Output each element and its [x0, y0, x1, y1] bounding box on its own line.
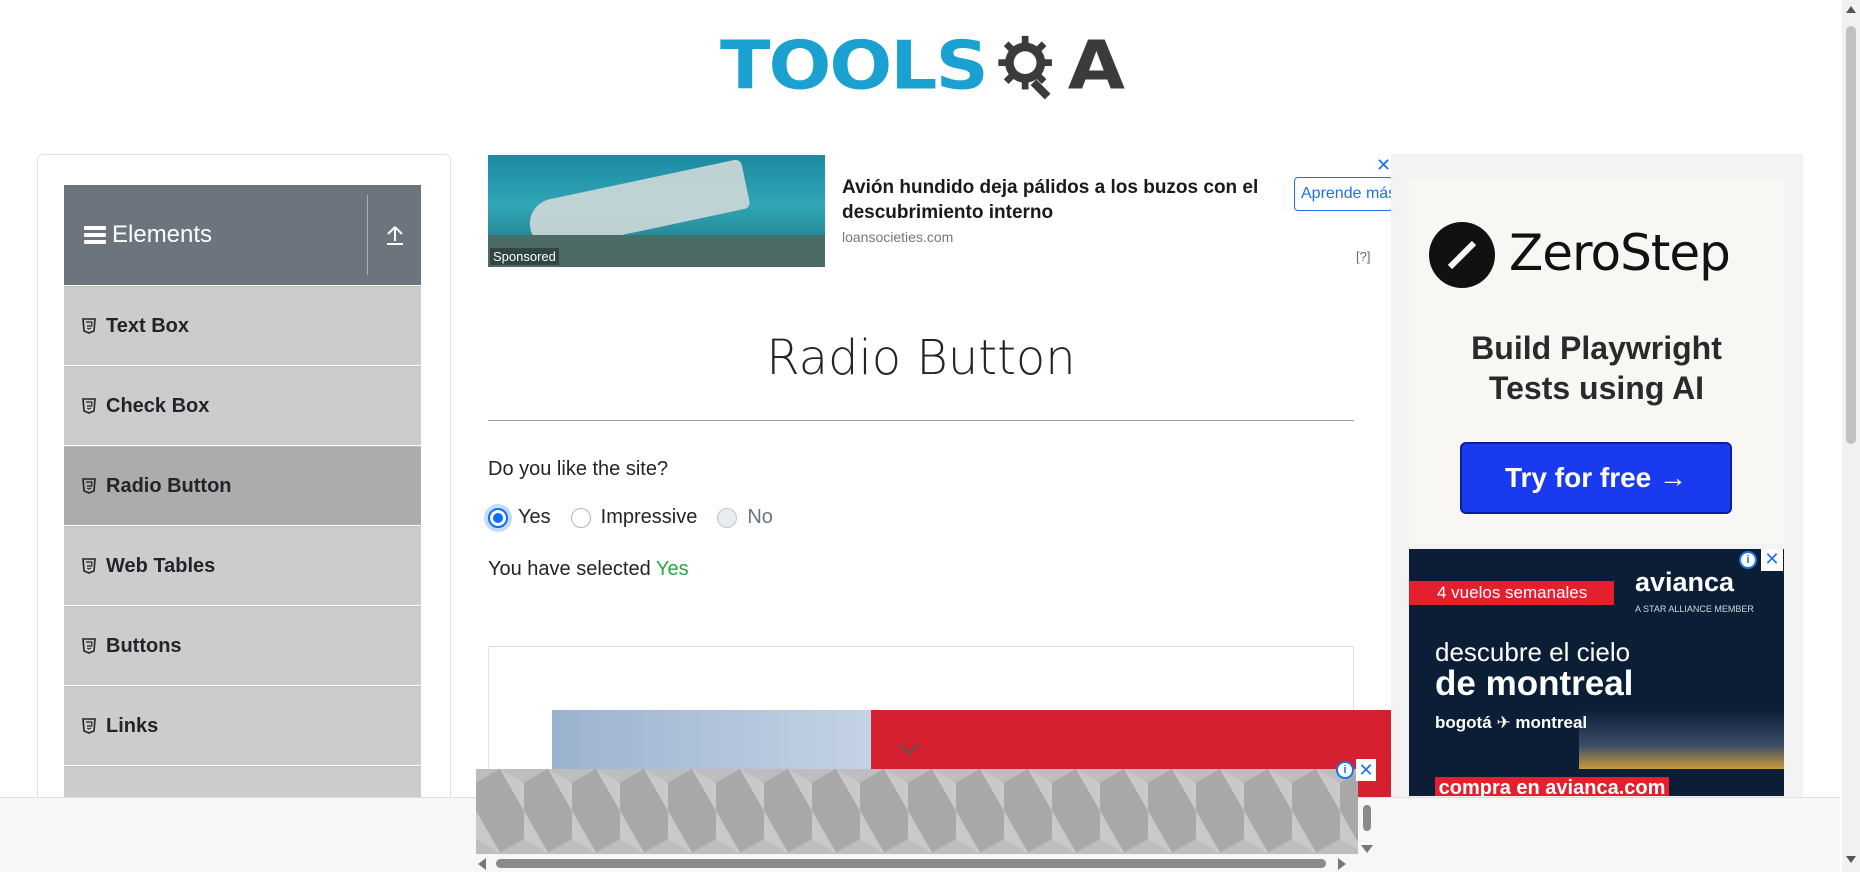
avianca-cta[interactable]: compra en avianca.com [1435, 777, 1669, 796]
ad-info-icon[interactable]: i [1336, 761, 1354, 779]
sidebar-item-label: Radio Button [106, 474, 232, 497]
scrollbar-thumb[interactable] [1846, 26, 1856, 444]
html5-icon [82, 558, 96, 574]
chevron-down-icon[interactable] [899, 735, 919, 755]
sponsored-label: Sponsored [490, 248, 559, 265]
ad-info-icon[interactable]: i [1739, 551, 1757, 569]
radio-yes-label[interactable]: Yes [518, 506, 551, 529]
hamburger-icon [84, 223, 106, 247]
radio-impressive[interactable]: Impressive [570, 506, 698, 529]
scroll-right-icon[interactable] [1338, 858, 1346, 870]
radio-question: Do you like the site? [488, 458, 669, 480]
sidebar-item-label: Buttons [106, 634, 182, 657]
zerostep-logo-icon [1429, 222, 1495, 288]
ad-headline[interactable]: Avión hundido deja pálidos a los buzos c… [842, 175, 1272, 225]
radio-no-input [717, 507, 738, 528]
selection-result: You have selected Yes [488, 558, 689, 581]
sidebar-item-label: Web Tables [106, 554, 216, 577]
page-title: Radio Button [766, 330, 1076, 386]
close-icon[interactable]: ✕ [1356, 759, 1376, 781]
ad-cta-button[interactable]: Aprende más [1294, 177, 1393, 211]
html5-icon [82, 318, 96, 334]
close-icon[interactable]: ✕ [1376, 155, 1391, 176]
avianca-brand: avianca [1635, 567, 1735, 597]
group-title: Elements [112, 221, 213, 248]
gear-magnifier-icon [998, 35, 1052, 100]
scrollbar-thumb[interactable] [496, 859, 1326, 868]
anchor-ad-horizontal-scrollbar[interactable] [476, 856, 1360, 870]
scroll-down-icon[interactable] [1846, 856, 1856, 863]
sidebar-item-buttons[interactable]: Buttons [64, 606, 421, 686]
ad-image-sunken-plane[interactable]: Sponsored [488, 155, 825, 267]
result-prefix: You have selected [488, 558, 651, 580]
logo-text-a: A [1067, 27, 1125, 105]
avianca-route: bogotá ✈ montreal [1435, 713, 1588, 732]
zerostep-brand: ZeroStep [1509, 224, 1731, 282]
upload-arrow-icon[interactable] [384, 223, 406, 247]
html5-icon [82, 398, 96, 414]
radio-no: No [717, 506, 773, 529]
top-sponsored-ad[interactable]: Sponsored Avión hundido deja pálidos a l… [488, 155, 1393, 270]
sidebar-item-links[interactable]: Links [64, 686, 421, 766]
avianca-badge: 4 vuelos semanales [1409, 581, 1614, 605]
scrollbar-thumb[interactable] [1363, 805, 1371, 831]
scroll-left-icon[interactable] [478, 858, 486, 870]
sidebar-item-label: Check Box [106, 394, 210, 417]
radio-impressive-label[interactable]: Impressive [601, 506, 698, 529]
ad-domain: loansocieties.com [842, 229, 954, 245]
scroll-up-icon[interactable] [1846, 6, 1856, 13]
sidebar-item-text-box[interactable]: Text Box [64, 286, 421, 366]
sidebar-item-check-box[interactable]: Check Box [64, 366, 421, 446]
radio-yes-input[interactable] [488, 507, 508, 528]
anchor-ad-vertical-scrollbar[interactable] [1360, 789, 1374, 853]
scroll-down-icon[interactable] [1361, 845, 1373, 853]
city-skyline-image [1579, 709, 1784, 769]
ad-info-link[interactable]: [?] [1356, 249, 1370, 264]
html5-icon [82, 718, 96, 734]
zerostep-tagline: Build Playwright Tests using AI [1409, 328, 1784, 408]
page-scrollbar[interactable] [1842, 0, 1860, 872]
avianca-ad[interactable]: 4 vuelos semanales avianca A STAR ALLIAN… [1409, 549, 1784, 796]
group-header-elements[interactable]: Elements [64, 185, 421, 285]
radio-no-label: No [747, 506, 773, 528]
radio-impressive-input[interactable] [570, 507, 591, 528]
html5-icon [82, 478, 96, 494]
logo-text-tools: TOOLS [720, 27, 989, 105]
result-value: Yes [655, 558, 689, 580]
zerostep-cta-button[interactable]: Try for free → [1460, 442, 1732, 514]
tagline-line-2: Tests using AI [1488, 370, 1705, 406]
radio-yes[interactable]: Yes [488, 506, 551, 529]
toolsqa-logo[interactable]: TOOLS A [720, 16, 1125, 116]
sidebar-item-web-tables[interactable]: Web Tables [64, 526, 421, 606]
anchor-ad[interactable]: i ✕ [476, 759, 1376, 872]
avianca-member: A STAR ALLIANCE MEMBER [1635, 604, 1754, 614]
anchor-ad-canvas[interactable] [476, 769, 1358, 854]
close-icon[interactable]: ✕ [1761, 549, 1783, 571]
html5-icon [82, 638, 96, 654]
sidebar-item-label: Links [106, 714, 159, 737]
radio-group: Yes Impressive No [488, 506, 793, 529]
header-divider [367, 195, 368, 275]
tagline-line-1: Build Playwright [1471, 330, 1722, 366]
avianca-headline-2: de montreal [1435, 664, 1634, 703]
sidebar-item-radio-button[interactable]: Radio Button [64, 446, 421, 526]
zerostep-ad[interactable]: ZeroStep Build Playwright Tests using AI… [1409, 178, 1784, 544]
sidebar-menu: Text Box Check Box Radio Button Web Tabl… [64, 286, 421, 846]
title-divider [488, 420, 1354, 421]
sidebar-item-label: Text Box [106, 314, 189, 337]
